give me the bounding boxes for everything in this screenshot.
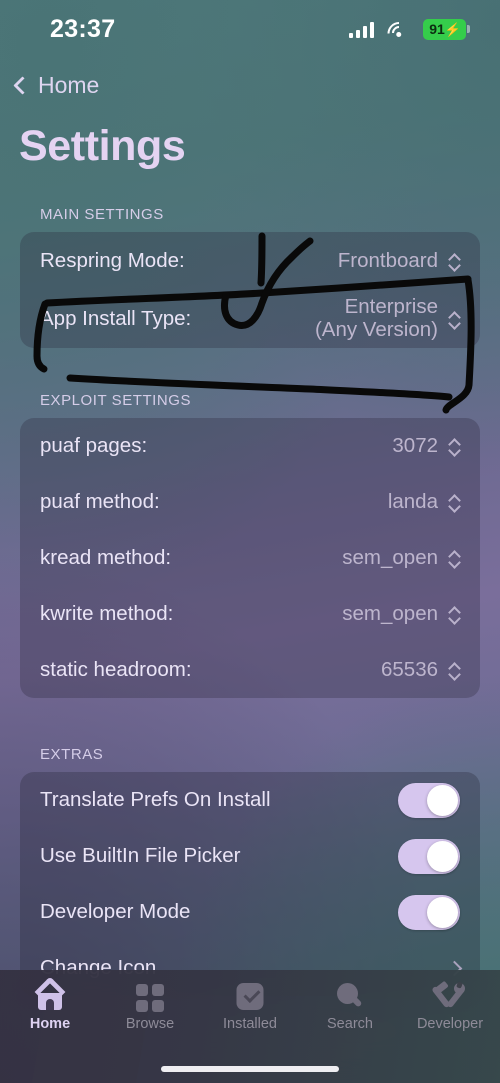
tab-label: Installed: [222, 1016, 277, 1032]
updown-picker-icon[interactable]: [447, 604, 460, 624]
updown-picker-icon[interactable]: [447, 548, 460, 568]
battery-percent-label: 91: [429, 21, 445, 37]
row-value[interactable]: Frontboard: [338, 249, 460, 273]
row-use-builtin-file-picker[interactable]: Use BuiltIn File Picker: [20, 828, 480, 884]
hammer-wrench-icon: [431, 980, 467, 1011]
row-value[interactable]: sem_open: [342, 546, 460, 570]
toggle-use-builtin-file-picker[interactable]: [398, 838, 460, 874]
status-bar-time: 23:37: [50, 14, 116, 43]
updown-picker-icon[interactable]: [447, 251, 460, 271]
tab-home[interactable]: Home: [0, 976, 100, 1032]
row-value-text: 3072: [392, 434, 438, 457]
row-label: Translate Prefs On Install: [40, 788, 271, 811]
row-app-install-type[interactable]: App Install Type: Enterprise (Any Versio…: [20, 290, 480, 348]
back-button[interactable]: Home: [12, 72, 99, 99]
wifi-icon: [382, 16, 415, 50]
tab-developer[interactable]: Developer: [400, 980, 500, 1032]
battery-icon: 91 ⚡: [423, 18, 466, 40]
row-kwrite-method[interactable]: kwrite method: sem_open: [20, 586, 480, 642]
updown-picker-icon[interactable]: [447, 492, 460, 512]
back-button-label: Home: [38, 72, 100, 98]
card-exploit-settings: puaf pages: 3072 puaf method: landa krea…: [20, 418, 480, 698]
row-value-text: 65536: [380, 658, 438, 681]
row-translate-prefs-on-install[interactable]: Translate Prefs On Install: [20, 772, 480, 828]
chevron-left-icon: [13, 76, 32, 95]
row-developer-mode[interactable]: Developer Mode: [20, 884, 480, 940]
toggle-translate-prefs-on-install[interactable]: [398, 782, 460, 818]
grid-icon: [133, 981, 167, 1012]
row-value-text-line2: (Any Version): [314, 318, 438, 341]
card-main-settings: Respring Mode: Frontboard App Install Ty…: [20, 232, 480, 348]
row-label: puaf pages:: [40, 434, 148, 457]
home-icon: [33, 976, 67, 1011]
row-kread-method[interactable]: kread method: sem_open: [20, 530, 480, 586]
tab-label: Home: [29, 1016, 71, 1032]
section-header-exploit-settings: EXPLOIT SETTINGS: [40, 392, 192, 409]
section-header-extras: EXTRAS: [40, 746, 104, 763]
status-bar: 23:37 91 ⚡: [0, 0, 500, 58]
tab-search[interactable]: Search: [300, 981, 400, 1032]
row-static-headroom[interactable]: static headroom: 65536: [20, 642, 480, 698]
row-label: kwrite method:: [40, 602, 174, 625]
row-label: Developer Mode: [40, 900, 191, 923]
row-label: kread method:: [40, 546, 172, 569]
row-value[interactable]: landa: [388, 490, 460, 514]
toggle-knob: [427, 896, 458, 928]
section-header-main-settings: MAIN SETTINGS: [40, 206, 164, 223]
charging-bolt-icon: ⚡: [444, 21, 461, 37]
row-label: static headroom:: [40, 658, 192, 681]
tab-label: Browse: [125, 1016, 175, 1032]
row-respring-mode[interactable]: Respring Mode: Frontboard: [20, 232, 480, 290]
magnifier-icon: [333, 981, 367, 1011]
row-puaf-method[interactable]: puaf method: landa: [20, 474, 480, 530]
toggle-knob: [427, 840, 458, 872]
updown-picker-icon[interactable]: [447, 660, 460, 680]
tab-label: Developer: [416, 1016, 484, 1032]
phone-screen: 23:37 91 ⚡ Home Settings MAIN SETTINGS Re…: [0, 0, 500, 1083]
tab-browse[interactable]: Browse: [100, 981, 200, 1032]
updown-picker-icon[interactable]: [447, 309, 460, 329]
row-value-text-line1: Enterprise: [344, 295, 438, 319]
row-label: puaf method:: [40, 490, 160, 513]
row-value-text: landa: [387, 490, 438, 513]
row-label: Use BuiltIn File Picker: [40, 844, 241, 867]
home-indicator: [161, 1066, 339, 1072]
toggle-developer-mode[interactable]: [398, 894, 460, 930]
row-label: Respring Mode:: [40, 249, 185, 272]
row-value-text: Frontboard: [337, 249, 438, 272]
row-value-text: sem_open: [342, 602, 438, 625]
page-title: Settings: [19, 122, 186, 170]
row-value[interactable]: 3072: [392, 434, 460, 458]
row-value-text: sem_open: [342, 546, 438, 569]
card-extras: Translate Prefs On Install Use BuiltIn F…: [20, 772, 480, 996]
checkbox-icon: [233, 981, 267, 1011]
toggle-knob: [427, 784, 458, 816]
signal-icon: [348, 21, 375, 38]
row-label: App Install Type:: [40, 307, 192, 330]
row-value[interactable]: Enterprise (Any Version): [314, 295, 460, 342]
status-bar-indicators: 91 ⚡: [348, 16, 466, 50]
updown-picker-icon[interactable]: [447, 436, 460, 456]
row-puaf-pages[interactable]: puaf pages: 3072: [20, 418, 480, 474]
tab-installed[interactable]: Installed: [200, 981, 300, 1032]
row-value[interactable]: 65536: [381, 658, 460, 682]
tab-label: Search: [327, 1016, 373, 1032]
row-value[interactable]: sem_open: [342, 602, 460, 626]
